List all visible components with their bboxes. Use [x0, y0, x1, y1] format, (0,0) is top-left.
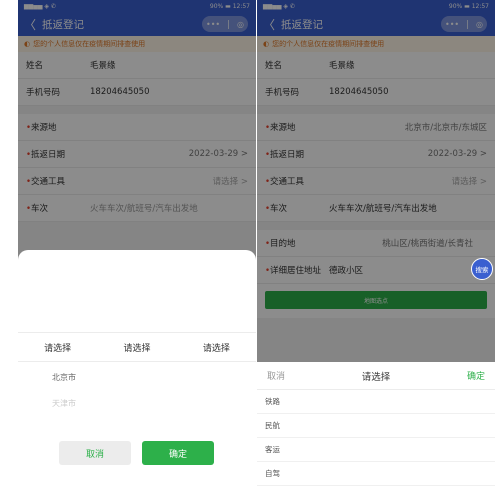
- picker-columns: 请选择 请选择 请选择: [18, 332, 256, 362]
- transport-picker-sheet: 取消 请选择 确定 铁路 民航 客运 自驾: [257, 362, 495, 499]
- picker-header: 取消 请选择 确定: [257, 362, 495, 390]
- picker-option[interactable]: 天津市: [52, 398, 76, 409]
- picker-col-district[interactable]: 请选择: [177, 341, 256, 354]
- picker-item-coach[interactable]: 客运: [257, 438, 495, 462]
- picker-title: 请选择: [361, 371, 391, 383]
- picker-item-rail[interactable]: 铁路: [257, 390, 495, 414]
- right-phone-screen: ▆▆▅▅ ◈ ✆ 90% ▬ 12:57 〈 抵返登记 ••• ◎ ◐ 您的个人…: [257, 0, 495, 499]
- cancel-button[interactable]: 取消: [59, 441, 131, 465]
- picker-cancel-button[interactable]: 取消: [267, 369, 285, 382]
- confirm-button[interactable]: 确定: [142, 441, 214, 465]
- screenshot-root: ▆▆▅▅ ◈ ✆ 90% ▬ 12:57 〈 抵返登记 ••• ◎ ◐ 您的个人…: [0, 0, 500, 499]
- picker-confirm-button[interactable]: 确定: [467, 369, 485, 382]
- picker-item-air[interactable]: 民航: [257, 414, 495, 438]
- picker-col-city[interactable]: 请选择: [97, 341, 176, 354]
- picker-option[interactable]: 北京市: [52, 372, 76, 383]
- picker-item-self-drive[interactable]: 自驾: [257, 462, 495, 486]
- left-phone-screen: ▆▆▅▅ ◈ ✆ 90% ▬ 12:57 〈 抵返登记 ••• ◎ ◐ 您的个人…: [18, 0, 256, 499]
- search-float-button[interactable]: 搜索: [471, 258, 493, 280]
- region-picker-sheet: 请选择 请选择 请选择 北京市 天津市 取消 确定: [18, 250, 256, 499]
- picker-col-province[interactable]: 请选择: [18, 341, 97, 354]
